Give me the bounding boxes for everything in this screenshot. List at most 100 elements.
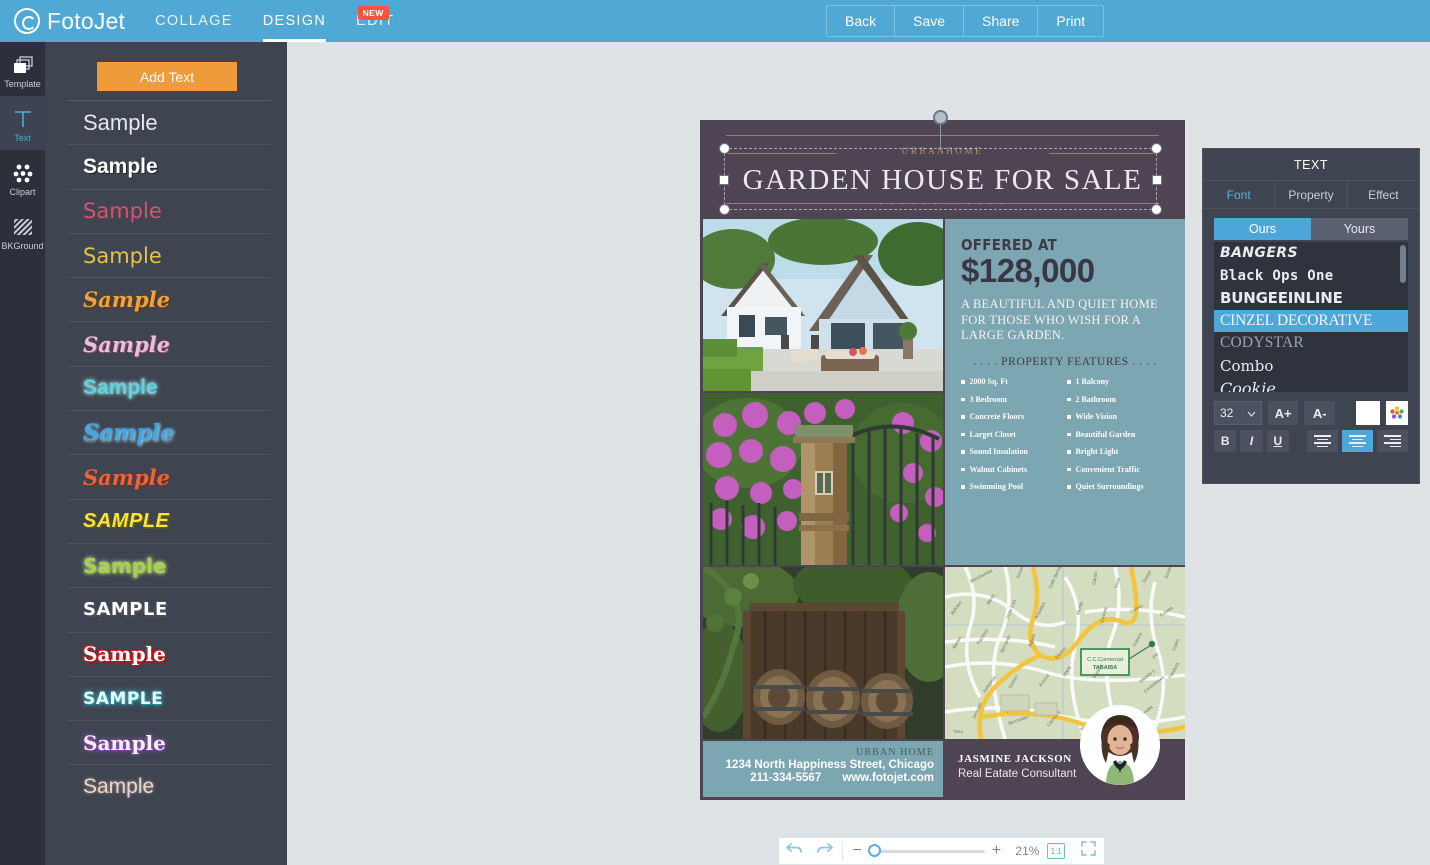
style-sample-row[interactable]: Sample	[68, 188, 271, 233]
footer-brand: URBAN HOME	[856, 747, 934, 758]
redo-icon[interactable]	[809, 841, 839, 861]
save-button[interactable]: Save	[895, 6, 965, 36]
feature-item: 2000 Sq. Ft	[961, 377, 1063, 386]
style-sample-row[interactable]: Sample	[68, 365, 271, 410]
style-sample-row[interactable]: Sample	[68, 321, 271, 365]
style-sample-row[interactable]: Sample	[68, 454, 271, 498]
hatch-pattern-icon	[0, 214, 45, 240]
text-style-list[interactable]: Sample Sample Sample Sample Sample Sampl…	[68, 100, 271, 860]
fullscreen-icon[interactable]	[1074, 841, 1104, 861]
style-sample-label: Sample	[83, 642, 166, 667]
photo-house[interactable]	[703, 219, 943, 391]
font-source-ours[interactable]: Ours	[1214, 218, 1311, 240]
rail-item-text[interactable]: Text	[0, 96, 45, 150]
style-sample-row[interactable]: Sample	[68, 410, 271, 454]
resize-handle-left[interactable]	[719, 175, 729, 185]
resize-handle-bottom-left[interactable]	[719, 204, 730, 215]
style-sample-row[interactable]: Sample	[68, 232, 271, 277]
tab-font[interactable]: Font	[1203, 181, 1276, 208]
style-sample-row[interactable]: SAMPLE	[68, 498, 271, 543]
underline-button[interactable]: U	[1266, 430, 1289, 452]
photo-wine-barrels[interactable]	[703, 567, 943, 739]
color-palette-icon[interactable]	[1385, 401, 1408, 425]
svg-text:C.C.Comercial: C.C.Comercial	[1087, 657, 1123, 663]
style-sample-label: Sample	[83, 287, 171, 313]
tab-effect[interactable]: Effect	[1348, 181, 1419, 208]
style-sample-row[interactable]: Sample	[68, 764, 271, 808]
style-sample-row[interactable]: Sample	[68, 720, 271, 764]
align-right-button[interactable]	[1376, 430, 1408, 452]
resize-handle-top-left[interactable]	[719, 143, 730, 154]
font-size-select[interactable]: 32	[1214, 401, 1262, 425]
text-properties-panel: TEXT Font Property Effect Ours Yours BAN…	[1202, 148, 1420, 484]
style-sample-row[interactable]: Sample	[68, 100, 271, 144]
style-sample-row[interactable]: SAMPLE	[68, 675, 271, 720]
fotojet-swirl-icon	[14, 8, 40, 34]
chevron-down-icon	[1247, 406, 1256, 420]
font-item-black-ops-one[interactable]: Black Ops One	[1214, 265, 1408, 288]
font-item-cinzel-decorative[interactable]: CINZEL DECORATIVE	[1214, 309, 1408, 332]
font-item-codystar[interactable]: CODYSTAR	[1214, 332, 1408, 355]
feature-item: Walnut Cabinets	[961, 465, 1063, 474]
zoom-slider[interactable]	[867, 844, 986, 857]
layers-icon	[0, 52, 45, 78]
poster-description[interactable]: A BEAUTIFUL AND QUIET HOME FOR THOSE WHO…	[961, 297, 1169, 343]
feature-item: Concrete Floors	[961, 412, 1063, 421]
zoom-out-button[interactable]: −	[846, 842, 868, 860]
poster-design[interactable]: URBANHOME GARDEN HOUSE FOR SALE . . . . …	[700, 110, 1185, 800]
rail-item-template[interactable]: Template	[0, 42, 45, 96]
price-panel[interactable]: OFFERED AT $128,000 A BEAUTIFUL AND QUIE…	[945, 219, 1185, 565]
photo-garden-gate[interactable]	[703, 393, 943, 565]
rail-item-clipart[interactable]: Clipart	[0, 150, 45, 204]
resize-handle-top-right[interactable]	[1151, 143, 1162, 154]
align-center-button[interactable]	[1341, 430, 1373, 452]
text-color-swatch[interactable]	[1356, 401, 1380, 425]
text-align-group	[1306, 430, 1408, 452]
add-text-button[interactable]: Add Text	[97, 62, 237, 91]
style-sample-label: Sample	[83, 419, 175, 446]
back-button[interactable]: Back	[827, 6, 896, 36]
style-sample-row[interactable]: Sample	[68, 631, 271, 676]
rail-item-bkground[interactable]: BKGround	[0, 204, 45, 258]
style-sample-row[interactable]: Sample	[68, 542, 271, 587]
bold-button[interactable]: B	[1214, 430, 1237, 452]
nav-tab-edit[interactable]: EDIT NEW	[356, 1, 394, 42]
undo-icon[interactable]	[779, 841, 809, 861]
poster-footer-contact[interactable]: URBAN HOME 1234 North Happiness Street, …	[703, 741, 943, 797]
app-logo[interactable]: FotoJet	[14, 8, 125, 35]
zoom-slider-handle[interactable]	[867, 844, 881, 857]
nav-tab-design[interactable]: DESIGN	[262, 1, 327, 42]
style-sample-row[interactable]: Sample	[68, 277, 271, 321]
selection-box[interactable]	[719, 110, 1162, 215]
font-item-combo[interactable]: Combo	[1214, 355, 1408, 378]
agent-avatar[interactable]	[1080, 705, 1160, 785]
actual-size-button[interactable]: 1:1	[1047, 843, 1065, 859]
font-item-bungeeinline[interactable]: BUNGEEINLINE	[1214, 287, 1408, 310]
align-left-button[interactable]	[1306, 430, 1338, 452]
font-list-scrollbar[interactable]	[1400, 245, 1406, 283]
feature-item: 1 Balcony	[1067, 377, 1169, 386]
rotate-handle[interactable]	[933, 110, 948, 125]
resize-handle-bottom-right[interactable]	[1151, 204, 1162, 215]
feature-item: Swimming Pool	[961, 482, 1063, 491]
footer-website: www.fotojet.com	[842, 772, 934, 784]
price-value[interactable]: $128,000	[961, 254, 1169, 287]
photo-location-map[interactable]: C.C.Comercial TABAIBA Benchamba Suroeste…	[945, 567, 1185, 739]
nav-tab-collage[interactable]: COLLAGE	[155, 1, 233, 42]
zoom-in-button[interactable]: +	[985, 842, 1007, 860]
style-sample-row[interactable]: SAMPLE	[68, 587, 271, 631]
tab-property[interactable]: Property	[1275, 181, 1348, 208]
print-button[interactable]: Print	[1038, 6, 1103, 36]
italic-button[interactable]: I	[1240, 430, 1263, 452]
font-source-yours[interactable]: Yours	[1311, 218, 1408, 240]
increase-font-size-button[interactable]: A+	[1267, 401, 1299, 425]
decrease-font-size-button[interactable]: A-	[1304, 401, 1336, 425]
font-item-cookie[interactable]: Cookie	[1214, 377, 1408, 392]
font-item-bangers[interactable]: BANGERS	[1214, 242, 1408, 265]
font-list[interactable]: BANGERS Black Ops One BUNGEEINLINE CINZE…	[1214, 242, 1408, 392]
resize-handle-right[interactable]	[1152, 175, 1162, 185]
style-sample-row[interactable]: Sample	[68, 144, 271, 188]
window-actions: Back Save Share Print	[826, 5, 1105, 37]
share-button[interactable]: Share	[964, 6, 1039, 36]
style-sample-label: Sample	[83, 199, 162, 224]
